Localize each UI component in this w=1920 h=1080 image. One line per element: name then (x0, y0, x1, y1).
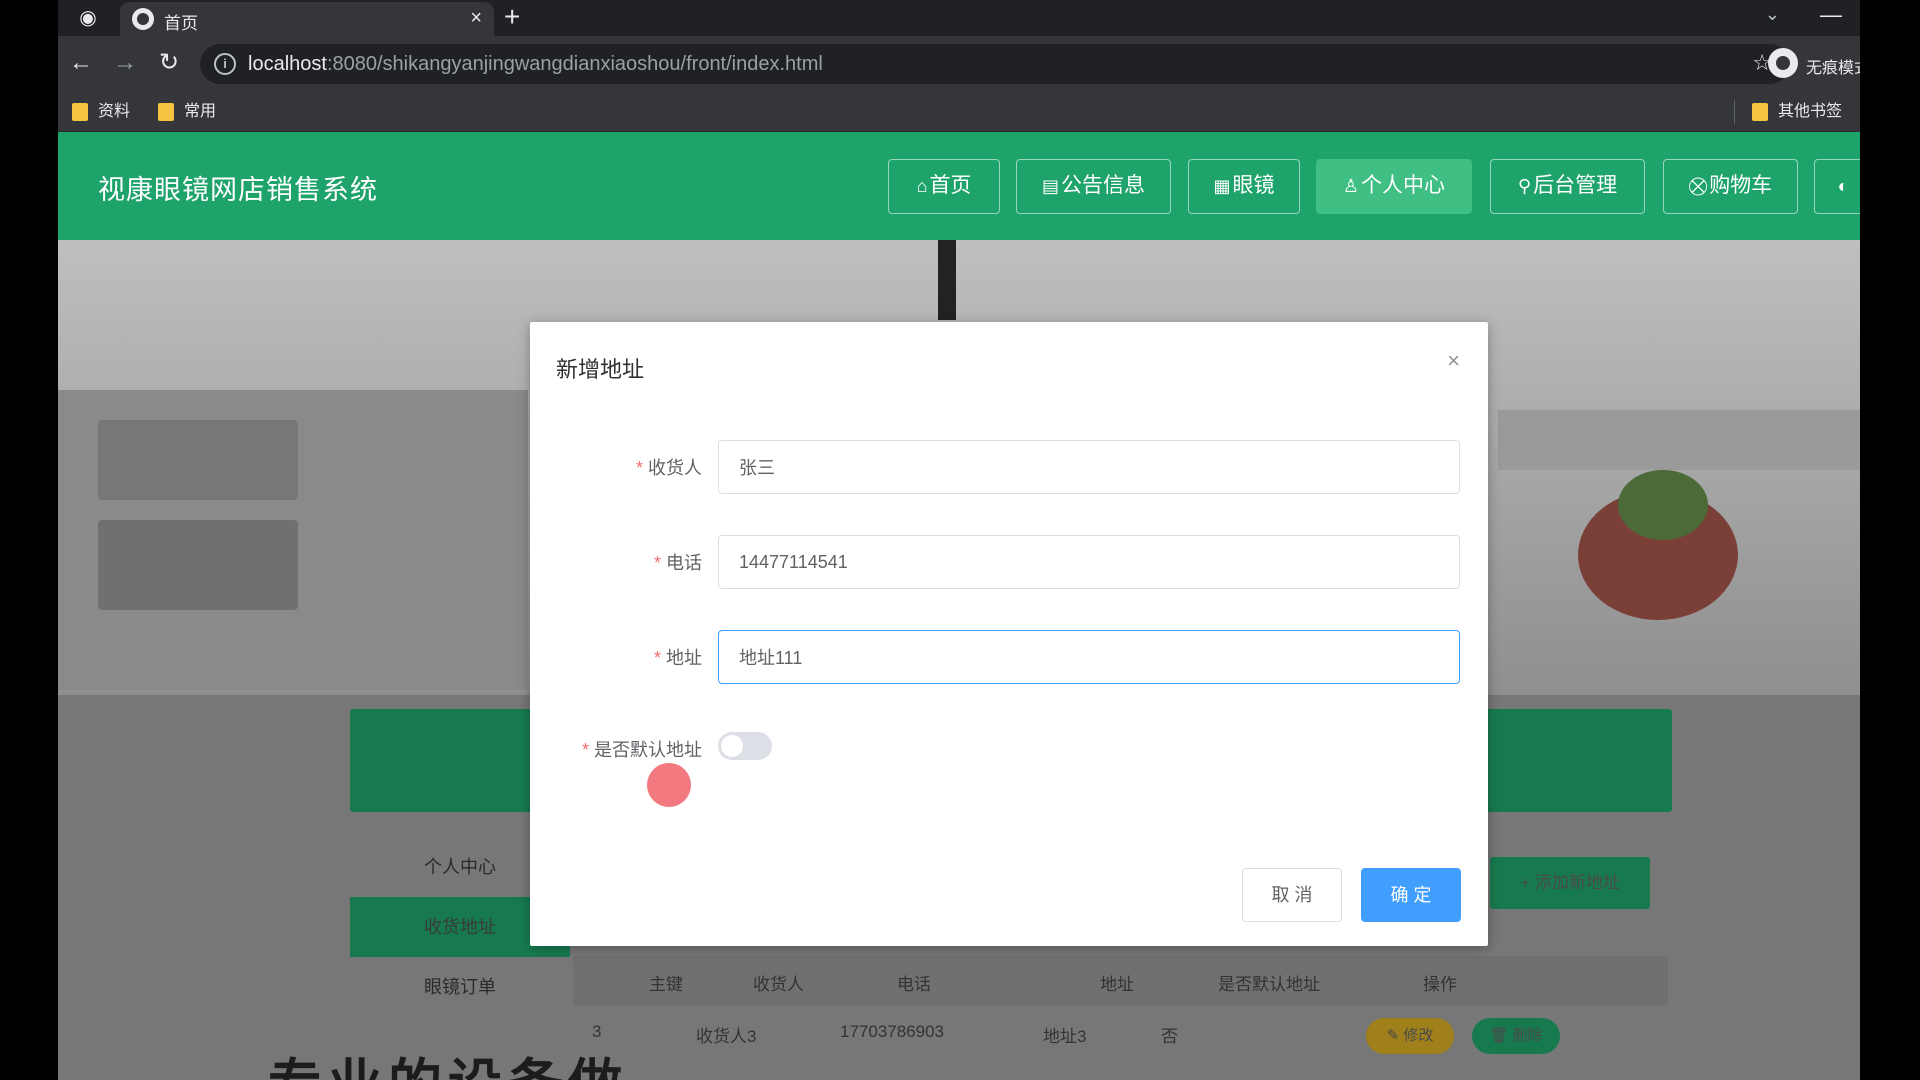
incognito-icon (1768, 48, 1798, 78)
table-cell: 3 (592, 1022, 602, 1041)
tab-title: 首页 (164, 14, 198, 33)
side-menu-orders[interactable]: 眼镜订单 (350, 957, 570, 1017)
required-mark: * (653, 648, 661, 668)
confirm-button[interactable]: 确 定 (1361, 868, 1461, 922)
column-header: 是否默认地址 (1218, 975, 1320, 994)
table-cell: 否 (1161, 1027, 1178, 1046)
globe-icon[interactable]: ◉ (76, 6, 100, 30)
grid-icon: ▦ (1213, 176, 1231, 196)
bookmark-folder[interactable]: 常用 (158, 100, 216, 124)
toggle-knob (721, 735, 743, 757)
site-title: 视康眼镜网店销售系统 (98, 175, 378, 205)
table-cell: 17703786903 (840, 1022, 945, 1041)
form-row-address: * 地址 (530, 630, 1488, 686)
nav-personal-center[interactable]: ♙个人中心 (1316, 159, 1472, 214)
profile-label: 无痕模式 (1806, 60, 1860, 77)
default-address-toggle[interactable] (718, 732, 772, 760)
add-address-dialog: 新增地址 × *收货人 *电话 *地址 *是否默认地址 取 消 确 定 (530, 322, 1488, 946)
bookmark-folder[interactable]: 资料 (72, 100, 130, 124)
site-header: 视康眼镜网店销售系统 ⌂首页 ▤公告信息 ▦眼镜 ♙个人中心 ⚲后台管理 ⛒购物… (58, 132, 1860, 240)
info-icon[interactable]: i (214, 53, 236, 75)
banner-heading: 专业的设备做 (268, 1040, 628, 1080)
form-row-recipient: * 收货人 (530, 440, 1488, 496)
back-arrow-icon[interactable]: ← (66, 48, 96, 78)
column-header: 电话 (897, 975, 931, 994)
recipient-label: * 收货人 (635, 458, 702, 478)
divider (1734, 100, 1735, 124)
notice-icon: ▤ (1041, 176, 1059, 196)
folder-icon (158, 103, 174, 121)
browser-tab[interactable]: 首页 × (120, 2, 494, 36)
table-cell: 地址3 (1043, 1027, 1087, 1046)
globe-icon (132, 8, 154, 30)
banner-image-part (938, 240, 956, 320)
page-viewport: 视康眼镜网店销售系统 ⌂首页 ▤公告信息 ▦眼镜 ♙个人中心 ⚲后台管理 ⛒购物… (58, 132, 1860, 1080)
banner-image-part (1498, 410, 1860, 470)
folder-icon (72, 103, 88, 121)
home-icon: ⌂ (916, 176, 928, 196)
close-icon[interactable]: × (1447, 350, 1460, 372)
screen: ◉ 首页 × + ⌄ — ← → ↻ i localhost:8080/shik… (0, 0, 1920, 1080)
address-input[interactable] (718, 630, 1460, 684)
tab-close-button[interactable]: × (470, 7, 482, 29)
banner-image-part (98, 520, 298, 610)
phone-label: * 电话 (653, 553, 702, 573)
column-header: 收货人 (753, 975, 804, 994)
other-bookmarks[interactable]: 其他书签 (1752, 100, 1842, 124)
required-mark: * (635, 458, 643, 478)
new-tab-button[interactable]: + (504, 3, 520, 31)
nav-admin[interactable]: ⚲后台管理 (1490, 159, 1645, 214)
banner-image-part (1618, 470, 1708, 540)
chevron-down-icon[interactable]: ⌄ (1765, 4, 1780, 25)
required-mark: * (581, 740, 589, 760)
column-header: 地址 (1100, 975, 1134, 994)
nav-glasses[interactable]: ▦眼镜 (1188, 159, 1300, 214)
recipient-input[interactable] (718, 440, 1460, 494)
tab-strip: ◉ 首页 × + ⌄ — (58, 0, 1860, 36)
form-row-phone: * 电话 (530, 535, 1488, 591)
add-address-button[interactable]: + 添加新地址 (1490, 857, 1650, 909)
nav-announcements[interactable]: ▤公告信息 (1016, 159, 1171, 214)
forward-arrow-icon[interactable]: → (110, 48, 140, 78)
click-indicator (647, 763, 691, 807)
dialog-title: 新增地址 (556, 357, 645, 382)
cancel-button[interactable]: 取 消 (1242, 868, 1342, 922)
column-header: 主键 (649, 975, 683, 994)
chat-icon: ◐ (1837, 176, 1849, 196)
bookmarks-bar: 资料 常用 其他书签 (58, 92, 1860, 132)
table-cell: 收货人3 (696, 1027, 757, 1046)
address-label: * 地址 (653, 648, 702, 668)
default-address-label: * 是否默认地址 (581, 740, 702, 760)
browser-toolbar: ← → ↻ i localhost:8080/shikangyanjingwan… (58, 36, 1860, 92)
nav-cart[interactable]: ⛒购物车 (1663, 159, 1798, 214)
banner-image-part (98, 420, 298, 500)
cart-icon: ⛒ (1688, 176, 1708, 196)
url-text[interactable]: localhost:8080/shikangyanjingwangdianxia… (248, 53, 823, 76)
folder-icon (1752, 103, 1768, 121)
phone-input[interactable] (718, 535, 1460, 589)
minimize-button[interactable]: — (1820, 2, 1842, 28)
edit-button[interactable]: ✎ 修改 (1366, 1018, 1454, 1054)
delete-button[interactable]: 🗑 删除 (1472, 1018, 1560, 1054)
nav-more[interactable]: ◐ (1814, 159, 1860, 214)
user-icon: ♙ (1342, 176, 1360, 196)
required-mark: * (653, 553, 661, 573)
address-bar[interactable]: i localhost:8080/shikangyanjingwangdianx… (200, 44, 1790, 84)
column-header: 操作 (1423, 975, 1457, 994)
link-icon: ⚲ (1517, 176, 1532, 196)
browser-window: ◉ 首页 × + ⌄ — ← → ↻ i localhost:8080/shik… (58, 0, 1860, 1080)
nav-home[interactable]: ⌂首页 (888, 159, 1000, 214)
table-header: 主键 收货人 电话 地址 是否默认地址 操作 (573, 956, 1668, 1006)
reload-icon[interactable]: ↻ (154, 48, 184, 78)
